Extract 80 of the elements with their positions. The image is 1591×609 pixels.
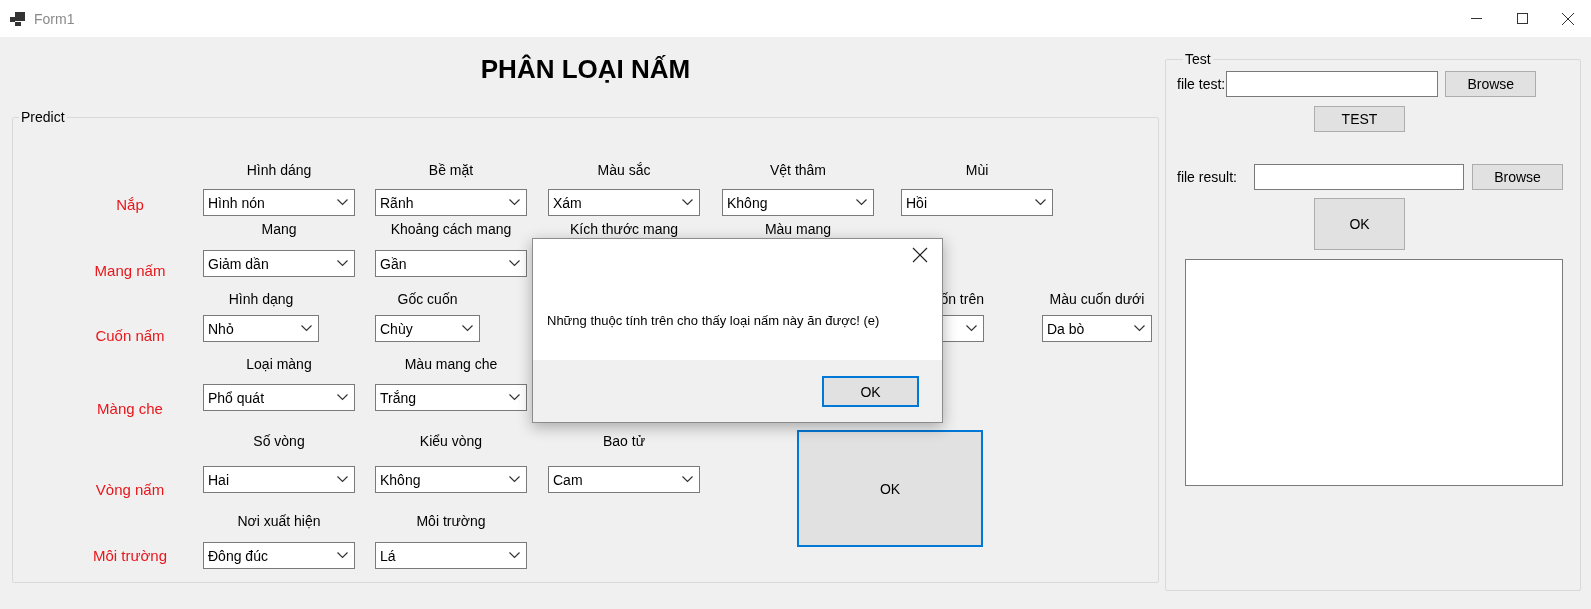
chevron-down-icon [509,260,520,267]
dropdown[interactable]: Không [375,466,527,493]
field-label: Nơi xuất hiện [236,513,322,529]
field-label: Hình dáng [245,162,313,178]
dropdown[interactable]: Xám [548,189,700,216]
field-label: Bề mặt [427,162,475,178]
chevron-down-icon [337,260,348,267]
row-label: Mang nấm [94,261,166,279]
close-icon[interactable] [912,247,928,263]
field-label: Hình dạng [227,291,295,307]
minimize-icon [1470,18,1482,19]
chevron-down-icon [337,476,348,483]
field-label: Màu mang che [403,356,499,372]
field-label: file test: [1177,76,1226,92]
field-label: Loại màng [245,356,313,372]
dropdown[interactable]: Trắng [375,384,527,411]
chevron-down-icon [682,199,693,206]
field-label: Kiểu vòng [418,433,484,449]
dropdown[interactable]: Rãnh [375,189,527,216]
dropdown[interactable]: Hồi [901,189,1053,216]
file-result-input[interactable] [1254,164,1464,190]
field-label: Màu sắc [596,162,652,178]
field-label: file result: [1177,169,1237,185]
test-button[interactable]: TEST [1314,106,1405,132]
field-label: Vệt thâm [769,162,827,178]
dropdown[interactable]: Lá [375,542,527,569]
group-title: Predict [20,109,66,125]
chevron-down-icon [509,394,520,401]
field-label: Màu mang [763,221,833,237]
chevron-down-icon [509,476,520,483]
dropdown[interactable]: Phổ quát [203,384,355,411]
chevron-down-icon [682,476,693,483]
browse-button[interactable]: Browse [1445,71,1537,97]
row-label: Môi trường [92,547,168,564]
maximize-icon [1516,13,1528,24]
ok-button[interactable]: OK [797,430,983,547]
chevron-down-icon [1134,325,1145,332]
chevron-down-icon [337,552,348,559]
row-label: Nắp [116,196,144,213]
group-title: Test [1184,51,1212,67]
chevron-down-icon [337,199,348,206]
dropdown[interactable]: Không [722,189,874,216]
chevron-down-icon [966,325,977,332]
chevron-down-icon [509,199,520,206]
field-label: Màu cuốn dưới [1048,291,1146,307]
page-heading: PHÂN LOẠI NẤM [479,53,692,86]
file-test-input[interactable] [1226,71,1439,97]
field-label: Môi trường [415,513,487,529]
app-icon [10,11,26,26]
field-label: Gốc cuốn [396,291,459,307]
ok-button[interactable]: OK [1314,198,1405,250]
dropdown[interactable]: Hình nón [203,189,355,216]
field-label: Khoảng cách mang [389,221,513,237]
dropdown[interactable]: Chùy [375,315,480,342]
field-label: Mùi [964,162,990,178]
dropdown[interactable]: Hai [203,466,355,493]
field-label: Bao tử [601,433,647,449]
row-label: Màng che [97,399,163,417]
chevron-down-icon [462,325,473,332]
ok-button[interactable]: OK [822,376,919,407]
dropdown[interactable]: Đông đúc [203,542,355,569]
window-title: Form1 [34,10,75,27]
dialog-message: Những thuộc tính trên cho thấy loại nấm này ăn được! (e) [547,313,881,328]
chevron-down-icon [1035,199,1046,206]
dropdown[interactable]: Cam [548,466,700,493]
dropdown[interactable]: Nhỏ [203,315,319,342]
field-label: Mang [260,221,298,237]
chevron-down-icon [509,552,520,559]
field-label: Kích thước mang [568,221,679,237]
chevron-down-icon [337,394,348,401]
row-label: Cuốn nấm [95,326,165,344]
chevron-down-icon [856,199,867,206]
close-icon [1562,12,1574,25]
dropdown[interactable]: Gần [375,250,527,277]
browse-button[interactable]: Browse [1472,164,1563,190]
row-label: Vòng nấm [95,480,165,498]
dropdown[interactable]: Da bò [1042,315,1152,342]
field-label: Số vòng [252,433,306,449]
dropdown[interactable]: Giảm dần [203,250,355,277]
chevron-down-icon [301,325,312,332]
